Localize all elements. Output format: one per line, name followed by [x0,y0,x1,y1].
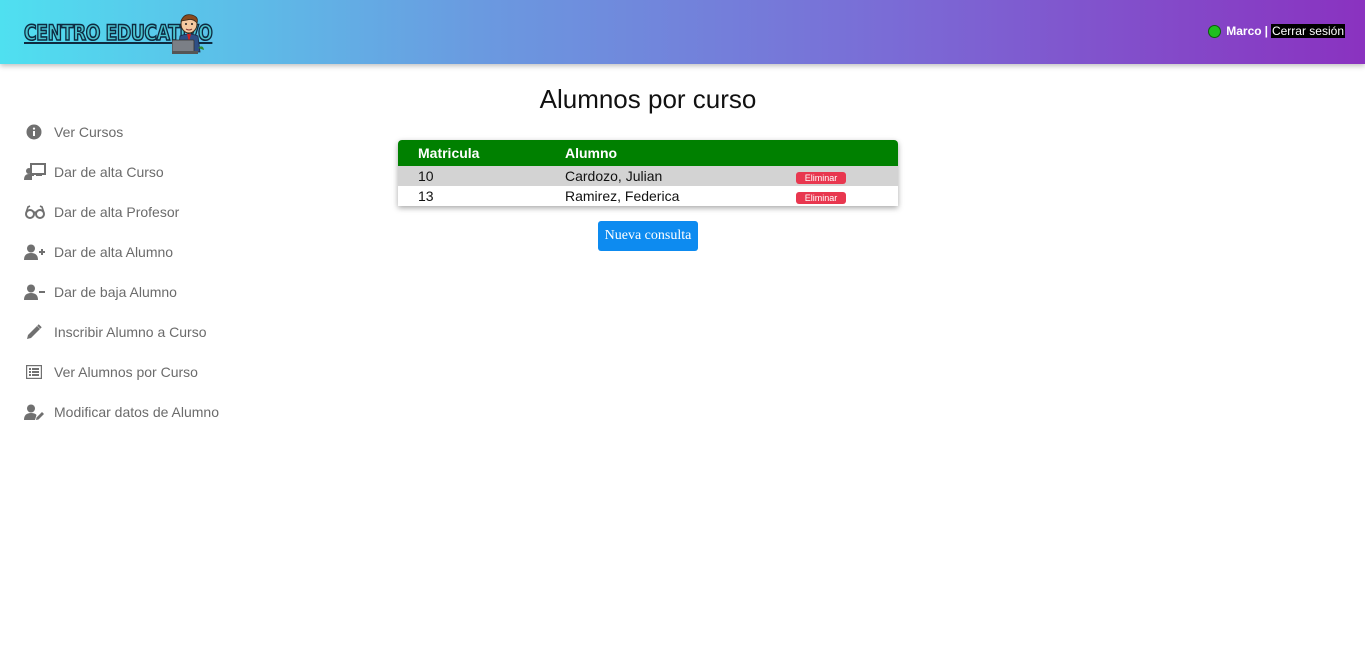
info-circle-icon [24,122,44,142]
sidebar-item-ver-alumnos[interactable]: Ver Alumnos por Curso [24,352,219,392]
sidebar-item-alta-profesor[interactable]: Dar de alta Profesor [24,192,219,232]
user-plus-icon [24,242,46,262]
sidebar-item-ver-cursos[interactable]: Ver Cursos [24,112,219,152]
sidebar-item-inscribir[interactable]: Inscribir Alumno a Curso [24,312,219,352]
cell-alumno: Ramirez, Federica [565,188,680,204]
top-header: CENTRO EDUCATIVO Marco | Cerrar sesión [0,0,1365,64]
user-name: Marco [1226,24,1262,38]
sidebar-item-label: Ver Cursos [54,124,124,140]
logo[interactable]: CENTRO EDUCATIVO [23,12,213,54]
cell-matricula: 13 [418,188,434,204]
column-header-matricula: Matricula [418,145,480,161]
glasses-icon [24,202,46,222]
user-minus-icon [24,282,46,302]
sidebar-item-label: Modificar datos de Alumno [54,404,219,420]
sidebar-item-alta-curso[interactable]: Dar de alta Curso [24,152,219,192]
sidebar-item-label: Dar de baja Alumno [54,284,177,300]
delete-button[interactable]: Eliminar [796,192,846,204]
user-separator: | [1264,24,1268,38]
sidebar-item-label: Dar de alta Profesor [54,204,180,220]
table-row: 10 Cardozo, Julian Eliminar [398,166,898,186]
cell-actions: Eliminar [796,168,898,184]
column-header-alumno: Alumno [565,145,618,161]
sidebar-item-label: Dar de alta Curso [54,164,164,180]
pencil-icon [24,322,44,342]
sidebar-item-label: Dar de alta Alumno [54,244,174,260]
sidebar-item-label: Inscribir Alumno a Curso [54,324,207,340]
sidebar-item-label: Ver Alumnos por Curso [54,364,198,380]
page-title: Alumnos por curso [539,84,757,114]
students-table: Matricula Alumno 10 Cardozo, Julian Elim… [398,140,898,206]
online-status-icon [1208,24,1222,38]
logout-link[interactable]: Cerrar sesión [1270,24,1345,38]
sidebar-item-modificar-alumno[interactable]: Modificar datos de Alumno [24,392,219,432]
logo-text: CENTRO EDUCATIVO [23,20,213,46]
cell-alumno: Cardozo, Julian [565,168,663,184]
sidebar-nav: Ver Cursos Dar de alta Curso Dar de alta… [24,112,219,432]
chalkboard-teacher-icon [24,162,46,182]
table-header-row: Matricula Alumno [398,140,898,166]
cell-actions: Eliminar [796,188,898,204]
teacher-laptop-icon [172,14,204,54]
user-edit-icon [24,402,46,422]
table-row: 13 Ramirez, Federica Eliminar [398,186,898,206]
user-area: Marco | Cerrar sesión [1208,24,1345,38]
delete-button[interactable]: Eliminar [796,172,846,184]
list-icon [24,362,44,382]
sidebar-item-baja-alumno[interactable]: Dar de baja Alumno [24,272,219,312]
sidebar-item-alta-alumno[interactable]: Dar de alta Alumno [24,232,219,272]
cell-matricula: 10 [418,168,434,184]
new-query-button[interactable]: Nueva consulta [598,221,698,251]
